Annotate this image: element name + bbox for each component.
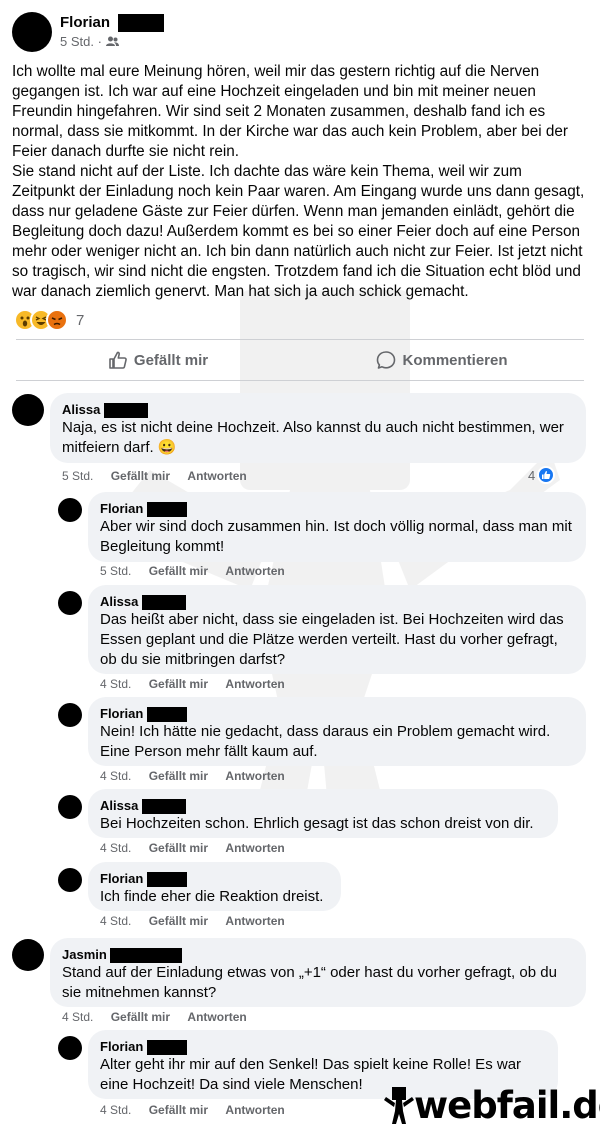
commenter-name[interactable]: Florian bbox=[100, 870, 329, 888]
comment-reply-button[interactable]: Antworten bbox=[187, 469, 246, 483]
comment-like-button[interactable]: Gefällt mir bbox=[111, 469, 170, 483]
comment-like-count[interactable]: 4 bbox=[528, 466, 556, 484]
comment-time[interactable]: 4 Std. bbox=[100, 769, 131, 783]
post-body: Ich wollte mal eure Meinung hören, weil … bbox=[12, 62, 588, 302]
comment-text: Nein! Ich hätte nie gedacht, dass daraus… bbox=[100, 723, 551, 761]
comment-footer: 4 Std. Gefällt mir Antworten bbox=[100, 1103, 299, 1117]
comment-time[interactable]: 5 Std. bbox=[62, 469, 93, 483]
comment-footer: 5 Std. Gefällt mir Antworten bbox=[100, 564, 299, 578]
poster-avatar[interactable] bbox=[12, 12, 52, 52]
post-paragraph: Ich wollte mal eure Meinung hören, weil … bbox=[12, 63, 569, 160]
commenter-avatar[interactable] bbox=[58, 591, 82, 615]
commenter-name[interactable]: Jasmin bbox=[62, 946, 574, 964]
commenter-name[interactable]: Alissa bbox=[100, 797, 546, 815]
commenter-name[interactable]: Florian bbox=[100, 705, 574, 723]
angry-icon bbox=[46, 309, 68, 331]
commenter-avatar[interactable] bbox=[58, 498, 82, 522]
comment-reply-button[interactable]: Antworten bbox=[225, 1103, 284, 1117]
comment-text: Das heißt aber nicht, dass sie eingelade… bbox=[100, 611, 564, 669]
comment-like-button[interactable]: Gefällt mir bbox=[149, 677, 208, 691]
commenter-avatar[interactable] bbox=[58, 795, 82, 819]
comment-text: Naja, es ist nicht deine Hochzeit. Also … bbox=[62, 419, 564, 457]
commenter-name[interactable]: Florian bbox=[100, 500, 574, 518]
comment-like-button[interactable]: Gefällt mir bbox=[111, 1010, 170, 1024]
comment-footer: 4 Std. Gefällt mir Antworten bbox=[100, 677, 299, 691]
comment-like-button[interactable]: Gefällt mir bbox=[149, 914, 208, 928]
comment-text: Stand auf der Einladung etwas von „+1“ o… bbox=[62, 964, 557, 1002]
thumbs-up-icon bbox=[109, 351, 127, 369]
divider bbox=[16, 339, 584, 340]
poster-name[interactable]: Florian bbox=[60, 14, 165, 33]
like-reaction-icon bbox=[537, 466, 556, 484]
comment-bubble: Alissa Das heißt aber nicht, dass sie ei… bbox=[88, 585, 586, 674]
comment-bubble: Alissa Naja, es ist nicht deine Hochzeit… bbox=[50, 393, 586, 463]
reactions-summary[interactable]: 7 bbox=[14, 308, 84, 332]
commenter-name[interactable]: Alissa bbox=[62, 401, 574, 419]
like-button-label[interactable]: Gefällt mir bbox=[134, 352, 208, 369]
comment-text: Aber wir sind doch zusammen hin. Ist doc… bbox=[100, 518, 572, 556]
webfail-logo-text: webfail.de bbox=[414, 1084, 600, 1127]
post-paragraph: Sie stand nicht auf der Liste. Ich dacht… bbox=[12, 163, 585, 300]
comment-bubble: Florian Ich finde eher die Reaktion drei… bbox=[88, 862, 341, 911]
webfail-figure-icon bbox=[384, 1087, 414, 1124]
comment-like-button[interactable]: Gefällt mir bbox=[149, 1103, 208, 1117]
comment-footer: 5 Std. Gefällt mir Antworten bbox=[62, 469, 261, 483]
comment-time[interactable]: 4 Std. bbox=[62, 1010, 93, 1024]
comment-time[interactable]: 4 Std. bbox=[100, 841, 131, 855]
comment-time[interactable]: 4 Std. bbox=[100, 1103, 131, 1117]
post-action-bar: Gefällt mir Kommentieren bbox=[16, 341, 584, 379]
divider bbox=[16, 380, 584, 381]
comment-reply-button[interactable]: Antworten bbox=[225, 841, 284, 855]
webfail-logo: webfail.de bbox=[384, 1084, 600, 1128]
meta-separator: · bbox=[97, 34, 102, 49]
comment-footer: 4 Std. Gefällt mir Antworten bbox=[100, 914, 299, 928]
reaction-count[interactable]: 7 bbox=[76, 312, 84, 329]
comment-text: Ich finde eher die Reaktion dreist. bbox=[100, 888, 324, 906]
comment-bubble: Florian Aber wir sind doch zusammen hin.… bbox=[88, 492, 586, 562]
comment-like-button[interactable]: Gefällt mir bbox=[149, 769, 208, 783]
comment-like-button[interactable]: Gefällt mir bbox=[149, 841, 208, 855]
comment-footer: 4 Std. Gefällt mir Antworten bbox=[100, 769, 299, 783]
comment-bubble: Florian Nein! Ich hätte nie gedacht, das… bbox=[88, 697, 586, 766]
comment-bubble: Jasmin Stand auf der Einladung etwas von… bbox=[50, 938, 586, 1007]
comment-bubble: Alissa Bei Hochzeiten schon. Ehrlich ges… bbox=[88, 789, 558, 838]
comment-bubble-icon bbox=[377, 351, 396, 369]
comment-like-button[interactable]: Gefällt mir bbox=[149, 564, 208, 578]
comment-footer: 4 Std. Gefällt mir Antworten bbox=[100, 841, 299, 855]
comment-reply-button[interactable]: Antworten bbox=[187, 1010, 246, 1024]
comment-reply-button[interactable]: Antworten bbox=[225, 769, 284, 783]
post-time[interactable]: 5 Std. bbox=[60, 34, 94, 49]
comment-button-label[interactable]: Kommentieren bbox=[402, 352, 507, 369]
commenter-avatar[interactable] bbox=[12, 394, 44, 426]
comment-time[interactable]: 4 Std. bbox=[100, 914, 131, 928]
commenter-avatar[interactable] bbox=[58, 703, 82, 727]
redaction-bar bbox=[118, 14, 165, 33]
comment-text: Bei Hochzeiten schon. Ehrlich gesagt ist… bbox=[100, 815, 534, 833]
comment-time[interactable]: 4 Std. bbox=[100, 677, 131, 691]
post-meta: 5 Std. · bbox=[60, 34, 119, 49]
like-button[interactable]: Gefällt mir bbox=[16, 341, 300, 379]
comment-footer: 4 Std. Gefällt mir Antworten bbox=[62, 1010, 261, 1024]
commenter-avatar[interactable] bbox=[58, 868, 82, 892]
comment-reply-button[interactable]: Antworten bbox=[225, 914, 284, 928]
friends-audience-icon bbox=[105, 36, 119, 46]
commenter-avatar[interactable] bbox=[12, 939, 44, 971]
commenter-name[interactable]: Alissa bbox=[100, 593, 574, 611]
poster-name-text[interactable]: Florian bbox=[60, 14, 110, 31]
like-count-text: 4 bbox=[528, 467, 536, 483]
comment-button[interactable]: Kommentieren bbox=[300, 341, 584, 379]
comment-reply-button[interactable]: Antworten bbox=[225, 564, 284, 578]
commenter-avatar[interactable] bbox=[58, 1036, 82, 1060]
commenter-name[interactable]: Florian bbox=[100, 1038, 546, 1056]
comment-time[interactable]: 5 Std. bbox=[100, 564, 131, 578]
comment-reply-button[interactable]: Antworten bbox=[225, 677, 284, 691]
